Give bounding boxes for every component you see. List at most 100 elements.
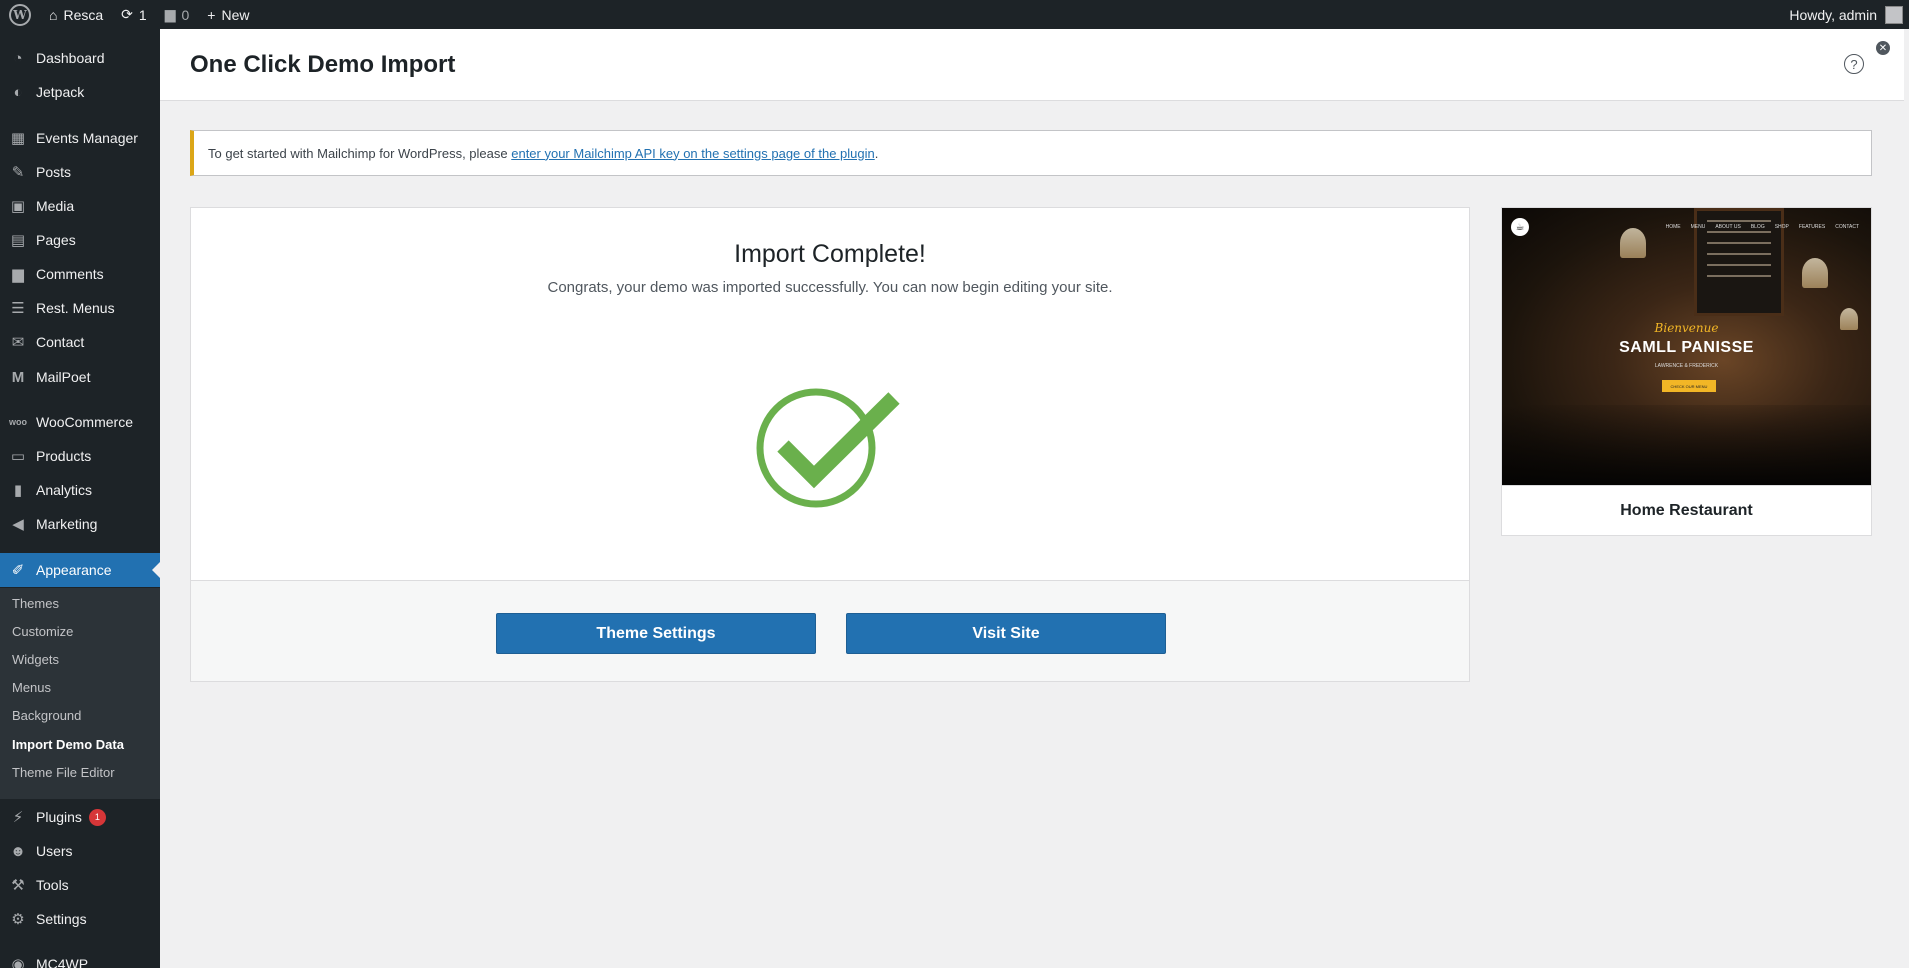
sidebar-item-label: Comments	[36, 266, 104, 282]
updates-menu[interactable]: ⟳ 1	[112, 0, 156, 29]
sidebar-item-products[interactable]: ▭ Products	[0, 439, 160, 473]
sidebar-item-users[interactable]: ☻ Users	[0, 834, 160, 868]
sidebar-item-mailpoet[interactable]: M MailPoet	[0, 360, 160, 394]
sidebar-item-label: WooCommerce	[36, 414, 133, 430]
greeting: Howdy, admin	[1789, 6, 1877, 23]
sidebar-item-label: Tools	[36, 877, 69, 893]
bar-chart-icon: ▮	[13, 482, 23, 499]
sidebar-item-settings[interactable]: ⚙ Settings	[0, 902, 160, 936]
sidebar-item-label: Appearance	[36, 562, 112, 578]
visit-site-button[interactable]: Visit Site	[846, 613, 1166, 654]
submenu-background[interactable]: Background	[12, 708, 81, 723]
sidebar-item-marketing[interactable]: ◀ Marketing	[0, 507, 160, 541]
submenu-theme-file-editor[interactable]: Theme File Editor	[12, 765, 115, 780]
sidebar-item-posts[interactable]: ✎ Posts	[0, 155, 160, 189]
sidebar-item-comments[interactable]: ▆ Comments	[0, 257, 160, 291]
dashboard-icon: ◔	[13, 49, 23, 67]
wrench-icon: ⚒	[11, 877, 25, 894]
list-icon: ☰	[11, 300, 25, 317]
sidebar-item-mc4wp[interactable]: ◉ MC4WP	[0, 947, 160, 968]
notice-text: To get started with Mailchimp for WordPr…	[208, 145, 508, 161]
my-account-menu[interactable]: Howdy, admin	[1789, 5, 1909, 24]
admin-bar: W ⌂ Resca ⟳ 1 ▆ 0 + New Howdy, admin	[0, 0, 1909, 29]
preview-nav-item: MENU	[1690, 224, 1706, 230]
updates-count: 1	[138, 6, 147, 23]
import-subtitle: Congrats, your demo was imported success…	[547, 279, 1113, 296]
notice-suffix: .	[874, 145, 879, 161]
sidebar-item-label: Settings	[36, 911, 87, 927]
comment-icon: ▆	[164, 6, 176, 22]
demo-preview-card[interactable]: ☕ HOME MENU ABOUT US BLOG SHOP FEATURES …	[1501, 207, 1872, 536]
sidebar-item-analytics[interactable]: ▮ Analytics	[0, 473, 160, 507]
sidebar-item-appearance[interactable]: ✐ Appearance	[0, 553, 160, 587]
import-title: Import Complete!	[734, 240, 926, 268]
preview-nav-item: CONTACT	[1835, 224, 1859, 230]
sidebar-item-label: Contact	[36, 334, 85, 350]
calendar-icon: ▦	[10, 130, 26, 147]
preview-nav-item: FEATURES	[1798, 224, 1826, 230]
wp-logo-menu[interactable]: W	[0, 0, 40, 29]
woo-icon: woo	[9, 417, 27, 427]
preview-script: Bienvenue	[1654, 321, 1719, 335]
sidebar-item-dashboard[interactable]: ◔ Dashboard	[0, 41, 160, 75]
sidebar-item-events-manager[interactable]: ▦ Events Manager	[0, 121, 160, 155]
sidebar-item-woocommerce[interactable]: woo WooCommerce	[0, 405, 160, 439]
sidebar-item-label: Pages	[36, 232, 76, 248]
submenu-customize[interactable]: Customize	[12, 624, 73, 639]
page-title: One Click Demo Import	[190, 51, 456, 78]
refresh-icon: ⟳	[121, 6, 133, 22]
close-icon[interactable]: ✕	[1876, 41, 1890, 55]
sidebar-item-rest-menus[interactable]: ☰ Rest. Menus	[0, 291, 160, 325]
lamp-graphic	[1620, 228, 1646, 258]
comments-menu[interactable]: ▆ 0	[156, 0, 199, 29]
avatar	[1885, 5, 1903, 24]
sidebar-item-label: MC4WP	[36, 956, 89, 968]
new-content-menu[interactable]: + New	[198, 0, 258, 29]
mailpoet-icon: M	[11, 368, 25, 386]
lamp-graphic	[1802, 258, 1828, 288]
demo-name: Home Restaurant	[1502, 485, 1871, 535]
preview-nav-item: ABOUT US	[1715, 224, 1741, 230]
archive-icon: ▭	[10, 448, 26, 465]
site-name: Resca	[63, 6, 104, 23]
sidebar-item-plugins[interactable]: ⚡ Plugins 1	[0, 800, 160, 834]
user-icon: ☻	[10, 842, 26, 860]
preview-title: SAMLL PANISSE	[1619, 339, 1754, 356]
sidebar-item-label: Users	[36, 843, 73, 859]
sidebar-item-label: Marketing	[36, 516, 98, 532]
submenu-themes[interactable]: Themes	[12, 596, 59, 611]
sidebar-item-label: Media	[36, 198, 75, 214]
home-icon: ⌂	[49, 6, 58, 23]
plugins-update-badge: 1	[88, 808, 106, 826]
sidebar-item-label: Products	[36, 448, 92, 464]
preview-cta: CHECK OUR MENU	[1662, 380, 1716, 392]
wordpress-icon: W	[9, 3, 31, 26]
sidebar-item-label: Posts	[36, 164, 72, 180]
submenu-widgets[interactable]: Widgets	[12, 652, 59, 667]
brush-icon: ✐	[11, 562, 25, 579]
notice-link[interactable]: enter your Mailchimp API key on the sett…	[511, 146, 875, 161]
mailchimp-notice: To get started with Mailchimp for WordPr…	[190, 130, 1872, 176]
sidebar-item-tools[interactable]: ⚒ Tools	[0, 868, 160, 902]
sidebar-item-pages[interactable]: ▤ Pages	[0, 223, 160, 257]
mc4wp-icon: ◉	[11, 956, 25, 968]
sidebar-item-contact[interactable]: ✉ Contact	[0, 325, 160, 359]
sidebar-item-label: MailPoet	[36, 369, 91, 385]
sidebar-item-label: Plugins	[36, 809, 82, 825]
admin-sidebar: ◔ Dashboard ◐ Jetpack ▦ Events Manager ✎ Pos…	[0, 29, 160, 968]
demo-preview-image: ☕ HOME MENU ABOUT US BLOG SHOP FEATURES …	[1502, 208, 1871, 485]
media-icon: ▣	[10, 198, 26, 215]
sidebar-item-jetpack[interactable]: ◐ Jetpack	[0, 75, 160, 109]
site-name-menu[interactable]: ⌂ Resca	[40, 0, 112, 29]
help-icon[interactable]: ?	[1844, 54, 1864, 74]
preview-nav-item: BLOG	[1750, 224, 1765, 230]
theme-settings-button[interactable]: Theme Settings	[496, 613, 816, 654]
preview-nav: HOME MENU ABOUT US BLOG SHOP FEATURES CO…	[1666, 224, 1859, 230]
sidebar-item-media[interactable]: ▣ Media	[0, 189, 160, 223]
preview-nav-item: SHOP	[1774, 224, 1789, 230]
comments-count: 0	[181, 6, 190, 23]
new-label: New	[221, 6, 250, 23]
submenu-menus[interactable]: Menus	[12, 680, 51, 695]
submenu-import-demo-data[interactable]: Import Demo Data	[12, 737, 124, 752]
tables-graphic	[1502, 405, 1871, 485]
